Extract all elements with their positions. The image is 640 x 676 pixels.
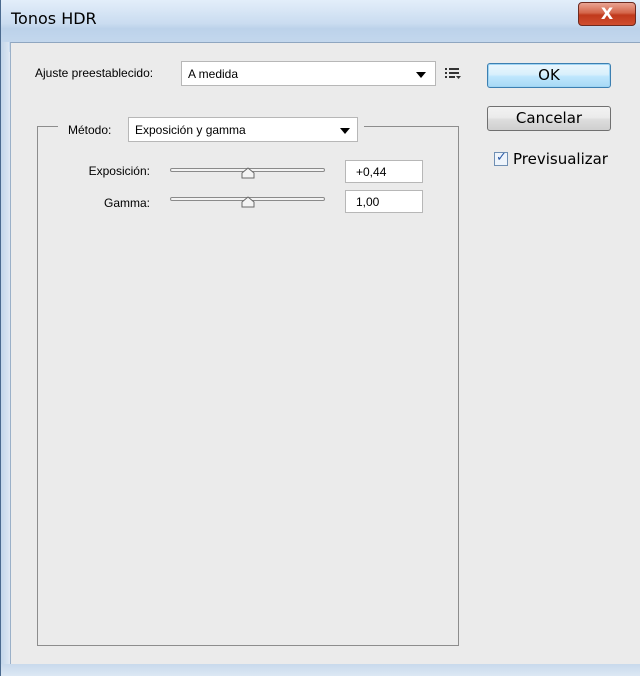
window-title: Tonos HDR — [11, 9, 97, 28]
chevron-down-icon — [340, 128, 350, 134]
method-selected-value: Exposición y gamma — [135, 123, 246, 137]
gamma-value-input[interactable]: 1,00 — [345, 190, 423, 213]
preset-selected-value: A medida — [188, 67, 239, 81]
close-icon: X — [600, 4, 614, 23]
ok-button[interactable]: OK — [487, 63, 611, 88]
close-button[interactable]: X — [578, 2, 636, 26]
list-options-icon[interactable] — [444, 66, 462, 82]
exposure-label: Exposición: — [88, 164, 150, 178]
exposure-slider-thumb[interactable] — [241, 167, 255, 179]
window-bottom-border — [1, 664, 640, 676]
checkmark-icon: ✓ — [496, 150, 507, 165]
chevron-down-icon — [416, 72, 426, 78]
gamma-label: Gamma: — [103, 196, 150, 210]
preview-label: Previsualizar — [513, 150, 608, 168]
method-label: Método: — [68, 123, 112, 137]
cancel-button[interactable]: Cancelar — [487, 106, 611, 131]
preset-label: Ajuste preestablecido: — [35, 66, 154, 80]
preview-checkbox[interactable]: ✓ — [494, 150, 508, 166]
exposure-value-input[interactable]: +0,44 — [345, 160, 423, 183]
method-dropdown[interactable]: Exposición y gamma — [128, 117, 358, 142]
gamma-slider-thumb[interactable] — [241, 196, 255, 208]
preset-dropdown[interactable]: A medida — [181, 61, 436, 86]
window-left-border — [1, 42, 9, 676]
